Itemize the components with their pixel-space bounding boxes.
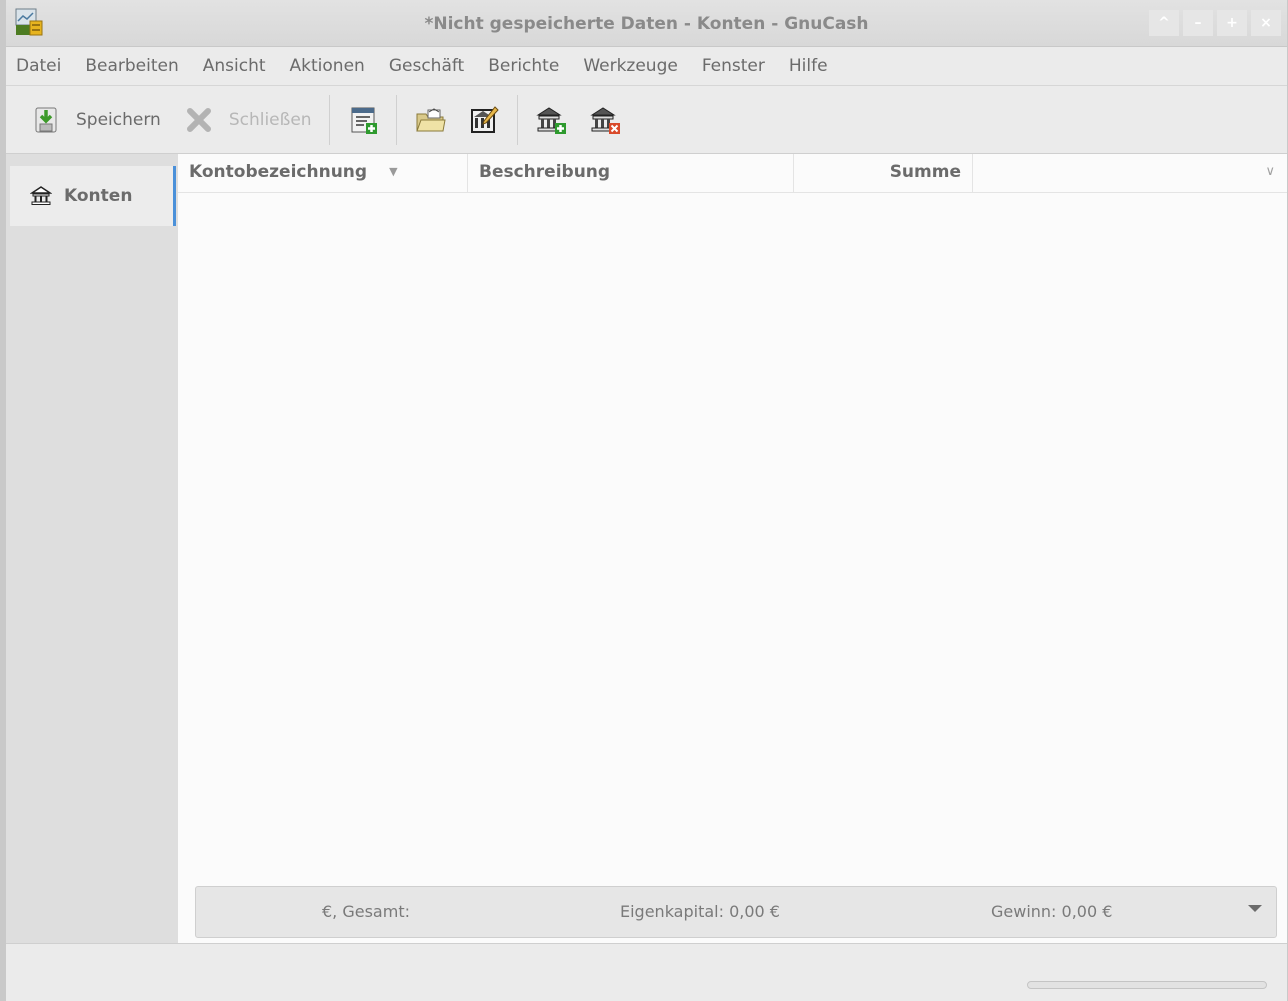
open-account-icon	[415, 107, 446, 131]
menu-hilfe[interactable]: Hilfe	[777, 56, 840, 76]
delete-account-button[interactable]	[578, 95, 632, 145]
column-summe-label: Summe	[889, 162, 961, 182]
toolbar-separator	[328, 94, 330, 145]
summary-dropdown-arrow-icon[interactable]	[1248, 905, 1262, 912]
gnucash-window: *Nicht gespeicherte Daten - Konten - Gnu…	[0, 0, 1288, 1001]
maximize-icon[interactable]: +	[1217, 10, 1247, 36]
edit-account-icon	[470, 105, 499, 133]
menu-fenster[interactable]: Fenster	[690, 56, 777, 76]
menu-aktionen[interactable]: Aktionen	[278, 56, 377, 76]
toolbar: Speichern Schließen	[6, 86, 1287, 154]
maximize-up-icon[interactable]: ^	[1149, 10, 1179, 36]
save-button[interactable]: Speichern	[6, 95, 172, 145]
delete-account-icon	[589, 106, 620, 134]
column-selector-chevron-icon[interactable]: ∨	[1265, 154, 1275, 190]
menu-bearbeiten[interactable]: Bearbeiten	[73, 56, 190, 76]
tab-konten[interactable]: Konten	[10, 166, 176, 226]
summary-currency-total: €, Gesamt:	[322, 902, 410, 921]
status-bar	[6, 943, 1287, 1001]
column-summe[interactable]: Summe	[794, 154, 973, 192]
menu-werkzeuge[interactable]: Werkzeuge	[571, 56, 690, 76]
new-account-button[interactable]	[524, 95, 578, 145]
window-title: *Nicht gespeicherte Daten - Konten - Gnu…	[424, 14, 869, 34]
column-kontobezeichnung[interactable]: Kontobezeichnung ▼	[178, 154, 468, 192]
menu-ansicht[interactable]: Ansicht	[191, 56, 278, 76]
summary-bar: €, Gesamt: Eigenkapital: 0,00 € Gewinn: …	[195, 886, 1277, 938]
tree-column-header: Kontobezeichnung ▼ Beschreibung Summe ∨	[178, 154, 1287, 193]
bank-icon	[30, 186, 52, 205]
menu-geschaeft[interactable]: Geschäft	[377, 56, 476, 76]
toolbar-separator	[516, 94, 518, 145]
menu-berichte[interactable]: Berichte	[476, 56, 571, 76]
progress-bar	[1027, 981, 1267, 989]
account-tree[interactable]: Kontobezeichnung ▼ Beschreibung Summe ∨ €…	[178, 154, 1287, 943]
tab-konten-label: Konten	[64, 186, 133, 206]
save-label: Speichern	[76, 109, 161, 130]
menu-datei[interactable]: Datei	[6, 56, 73, 76]
close-label: Schließen	[228, 109, 312, 130]
notebook-tab-column: Konten	[6, 154, 179, 943]
menu-bar: Datei Bearbeiten Ansicht Aktionen Geschä…	[6, 47, 1287, 86]
summary-equity: Eigenkapital: 0,00 €	[620, 902, 780, 921]
minimize-icon[interactable]: –	[1183, 10, 1213, 36]
new-account-icon	[535, 106, 566, 134]
sort-descending-icon: ▼	[389, 165, 398, 178]
title-bar[interactable]: *Nicht gespeicherte Daten - Konten - Gnu…	[6, 0, 1287, 47]
save-icon	[35, 107, 57, 132]
open-account-button[interactable]	[403, 95, 457, 145]
close-button[interactable]: Schließen	[172, 95, 323, 145]
close-window-icon[interactable]: ×	[1251, 10, 1281, 36]
column-kontobezeichnung-label: Kontobezeichnung	[189, 162, 368, 182]
close-icon	[186, 107, 211, 132]
new-transaction-button[interactable]	[336, 95, 390, 145]
new-transaction-icon	[351, 107, 377, 134]
summary-profit: Gewinn: 0,00 €	[991, 902, 1113, 921]
toolbar-separator	[395, 94, 397, 145]
column-beschreibung-label: Beschreibung	[479, 162, 611, 182]
column-beschreibung[interactable]: Beschreibung	[468, 154, 794, 192]
edit-account-button[interactable]	[457, 95, 511, 145]
window-controls: ^ – + ×	[1149, 10, 1281, 36]
